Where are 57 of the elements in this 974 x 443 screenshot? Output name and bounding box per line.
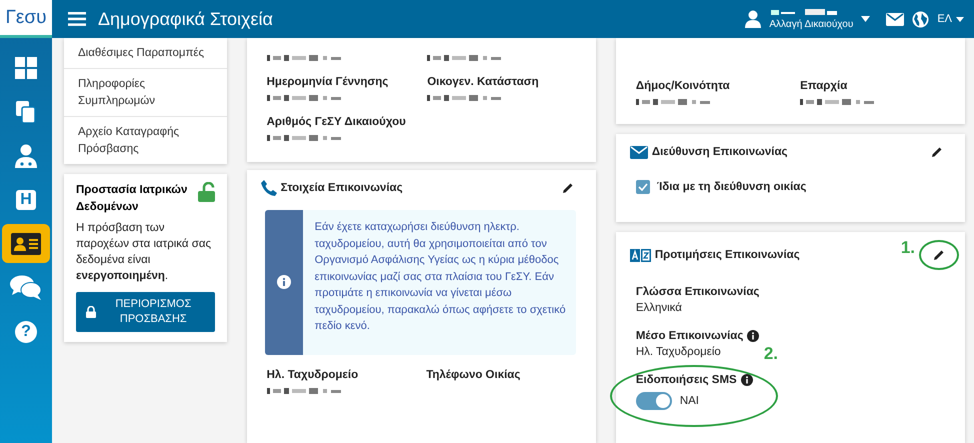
user-icon[interactable] [745, 10, 762, 28]
rail-item[interactable] [2, 224, 50, 263]
change-beneficiary-link[interactable]: Αλλαγή Δικαιούχου [769, 18, 854, 30]
caret-icon[interactable] [861, 16, 870, 22]
protection-title: Προστασία Ιατρικών Δεδομένων [76, 183, 188, 215]
annotation-number: 2. [764, 344, 778, 364]
caret-icon [956, 16, 964, 22]
field-label: Αριθμός ΓεΣΥ Δικαιούχου [266, 116, 407, 128]
lock-icon [86, 306, 96, 318]
card-title: Διεύθυνση Επικοινωνίας [652, 146, 788, 158]
globe-icon[interactable] [912, 10, 930, 28]
language-selector[interactable]: ΕΛ [937, 13, 964, 25]
card-title: Προτιμήσεις Επικοινωνίας [654, 249, 800, 261]
protection-text: Η πρόσβαση των παροχέων στα ιατρικά σας δεδομένα είναι ενεργοποιημένη. [76, 221, 212, 284]
logo[interactable]: Γεσυ [0, 0, 52, 38]
page-title: Δημογραφικά Στοιχεία [98, 8, 273, 30]
field-label: Οικογεν. Κατάσταση [427, 76, 540, 88]
rail-item[interactable]: H [2, 180, 50, 219]
field-label: Γλώσσα Επικοινωνίας [636, 286, 760, 298]
checkbox[interactable] [636, 180, 650, 194]
doctor-icon [15, 144, 37, 168]
info-text: Εάν έχετε καταχωρήσει διεύθυνση ηλεκτρ. ταχυδρομείου, αυτή θα χρησιμοποιείται από τον Οργανισμό Ασφάλισης Υγείας ως η κύρια μέθοδος επικοινωνίας μαζί σας στα πλαίσια του ΓεΣΥ. Εάν προτιμάτε η επικοινωνία να γίνεται μέσω ταχυδρομείου, παρακαλώ όπως αφήσετε το σχετικό πεδίο κενό. [314, 220, 567, 334]
phone-icon [260, 180, 277, 196]
envelope-icon [630, 146, 648, 158]
grid-icon [15, 56, 37, 78]
chat-icon [10, 274, 42, 300]
field-label: Επαρχία [800, 80, 848, 92]
field-label: Ημερομηνία Γέννησης [266, 76, 390, 88]
field-label: Ηλ. Ταχυδρομείο [266, 368, 360, 380]
restrict-access-button[interactable]: ΠΕΡΙΟΡΙΣΜΟΣ ΠΡΟΣΒΑΣΗΣ [76, 292, 215, 332]
card-title: Στοιχεία Επικοινωνίας [280, 182, 403, 194]
menu-item[interactable]: Πληροφορίες Συμπληρωμών [64, 69, 227, 117]
mail-icon[interactable] [886, 12, 904, 26]
pencil-icon [931, 146, 943, 158]
field-value: Ελληνικά [636, 302, 682, 314]
pencil-icon [562, 182, 574, 194]
copy-icon [16, 100, 36, 122]
field-label: Μέσο Επικοινωνίας [636, 330, 744, 342]
checkbox-label: Ίδια με τη διεύθυνση οικίας [656, 181, 806, 193]
help-icon: ? [15, 320, 37, 342]
menu-item[interactable]: Αρχείο Καταγραφής Πρόσβασης [64, 117, 227, 164]
pencil-icon [933, 249, 945, 261]
field-value: Ηλ. Ταχυδρομείο [636, 346, 721, 358]
menu-item[interactable]: Διαθέσιμες Παραπομπές [64, 38, 227, 69]
field-label: Ειδοποιήσεις SMS [636, 374, 737, 386]
field-label: Δήμος/Κοινότητα [636, 80, 731, 92]
toggle-switch[interactable] [636, 392, 672, 410]
toggle-label: ΝΑΙ [680, 395, 699, 407]
translate-icon [630, 248, 651, 262]
annotation-number: 1. [900, 238, 915, 258]
field-label: Τηλέφωνο Οικίας [426, 368, 522, 380]
menu-icon[interactable] [68, 12, 86, 26]
id-card-icon [11, 232, 41, 254]
rail-item[interactable]: ? [2, 312, 50, 351]
hospital-icon: H [16, 190, 36, 210]
info-icon [276, 275, 291, 290]
check-icon [638, 183, 648, 191]
